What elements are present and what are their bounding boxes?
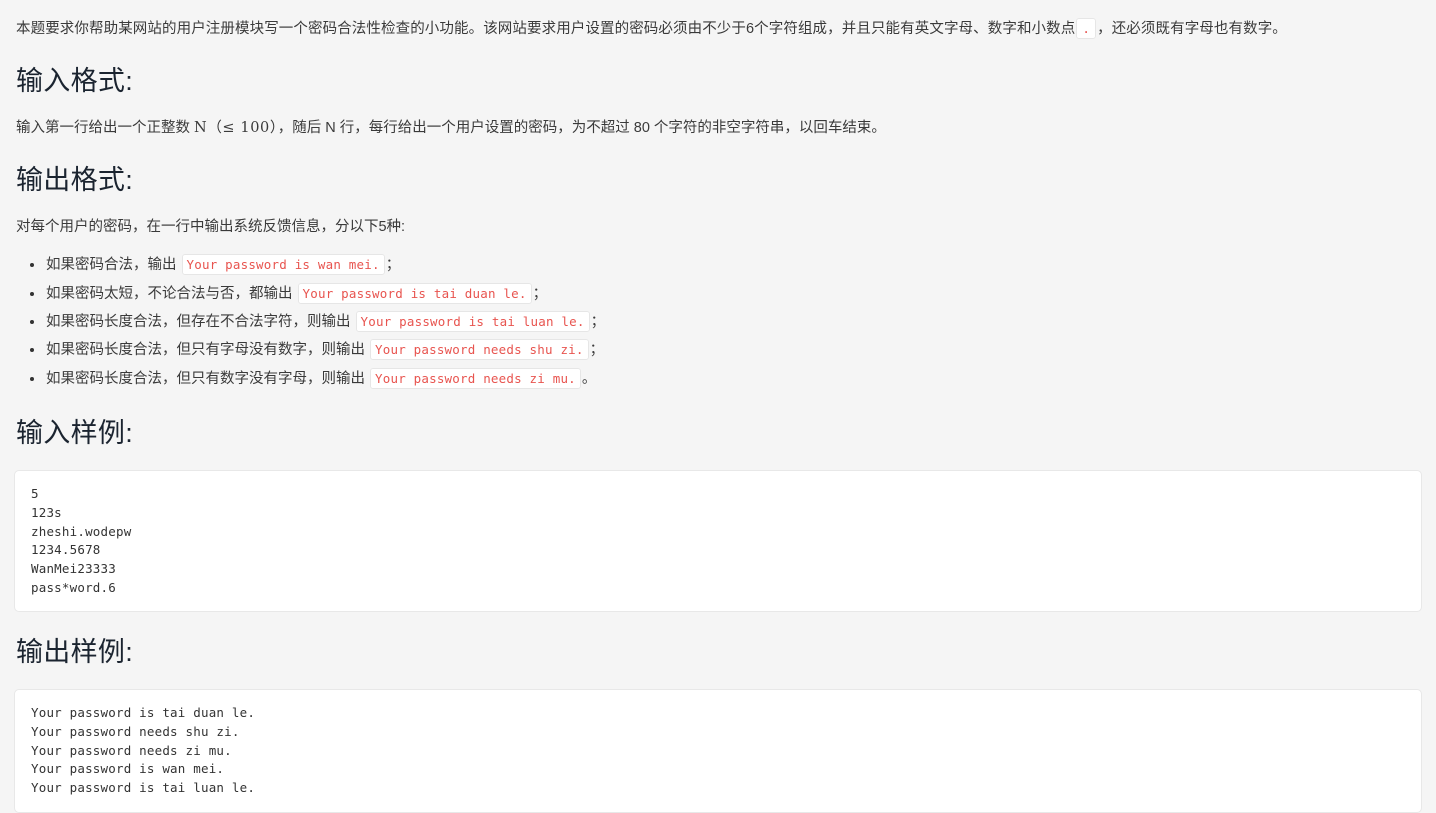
inline-code-message: Your password needs shu zi.: [370, 339, 589, 361]
inline-code-message: Your password is tai duan le.: [297, 282, 532, 304]
list-item: 如果密码长度合法，但存在不合法字符，则输出 Your password is t…: [30, 308, 1420, 336]
rule-prefix: 如果密码长度合法，但只有数字没有字母，则输出: [46, 370, 365, 387]
list-item: 如果密码长度合法，但只有字母没有数字，则输出 Your password nee…: [30, 336, 1420, 364]
output-rules-list: 如果密码合法，输出 Your password is wan mei.； 如果密…: [0, 251, 1436, 393]
output-format-heading: 输出格式:: [16, 165, 134, 196]
inline-code-message: Your password is tai luan le.: [355, 311, 590, 332]
input-sample-heading: 输入样例:: [16, 418, 134, 449]
output-format-lead: 对每个用户的密码，在一行中输出系统反馈信息，分以下5种:: [16, 218, 406, 235]
input-sample-block: 5 123s zheshi.wodepw 1234.5678 WanMei233…: [14, 470, 1422, 613]
intro-text-after-code: ，还必须既有字母也有数字。: [1097, 21, 1287, 37]
input-format-paragraph: 输入第一行给出一个正整数 N（≤ 100），随后 N 行，每行给出一个用户设置的…: [0, 117, 1436, 140]
list-item: 如果密码合法，输出 Your password is wan mei.；: [30, 251, 1420, 279]
rule-prefix: 如果密码合法，输出: [46, 257, 177, 274]
inline-code-dot: .: [1076, 18, 1097, 39]
problem-statement-page: 本题要求你帮助某网站的用户注册模块写一个密码合法性检查的小功能。该网站要求用户设…: [0, 0, 1436, 813]
rule-prefix: 如果密码太短，不论合法与否，都输出: [46, 285, 293, 302]
rule-suffix: 。: [581, 370, 597, 387]
rule-suffix: ；: [590, 314, 606, 330]
input-constraint-math: N（≤ 100）: [194, 119, 278, 136]
input-format-text-before: 输入第一行给出一个正整数: [16, 119, 190, 136]
output-sample-heading: 输出样例:: [16, 637, 134, 668]
rule-suffix: ；: [589, 342, 605, 359]
rule-prefix: 如果密码长度合法，但存在不合法字符，则输出: [46, 314, 351, 330]
rule-suffix: ；: [385, 257, 401, 274]
list-item: 如果密码长度合法，但只有数字没有字母，则输出 Your password nee…: [30, 365, 1420, 393]
input-format-text-after: ，随后 N 行，每行给出一个用户设置的密码，为不超过 80 个字符的非空字符串，…: [277, 119, 886, 136]
intro-text-before-code: 本题要求你帮助某网站的用户注册模块写一个密码合法性检查的小功能。该网站要求用户设…: [16, 21, 1076, 37]
inline-code-message: Your password needs zi mu.: [370, 367, 581, 389]
rule-suffix: ；: [532, 285, 548, 302]
inline-code-message: Your password is wan mei.: [181, 254, 385, 276]
intro-paragraph: 本题要求你帮助某网站的用户注册模块写一个密码合法性检查的小功能。该网站要求用户设…: [0, 0, 1436, 41]
output-sample-block: Your password is tai duan le. Your passw…: [14, 689, 1422, 813]
rule-prefix: 如果密码长度合法，但只有字母没有数字，则输出: [46, 342, 365, 359]
input-format-heading: 输入格式:: [16, 66, 134, 97]
list-item: 如果密码太短，不论合法与否，都输出 Your password is tai d…: [30, 280, 1420, 308]
